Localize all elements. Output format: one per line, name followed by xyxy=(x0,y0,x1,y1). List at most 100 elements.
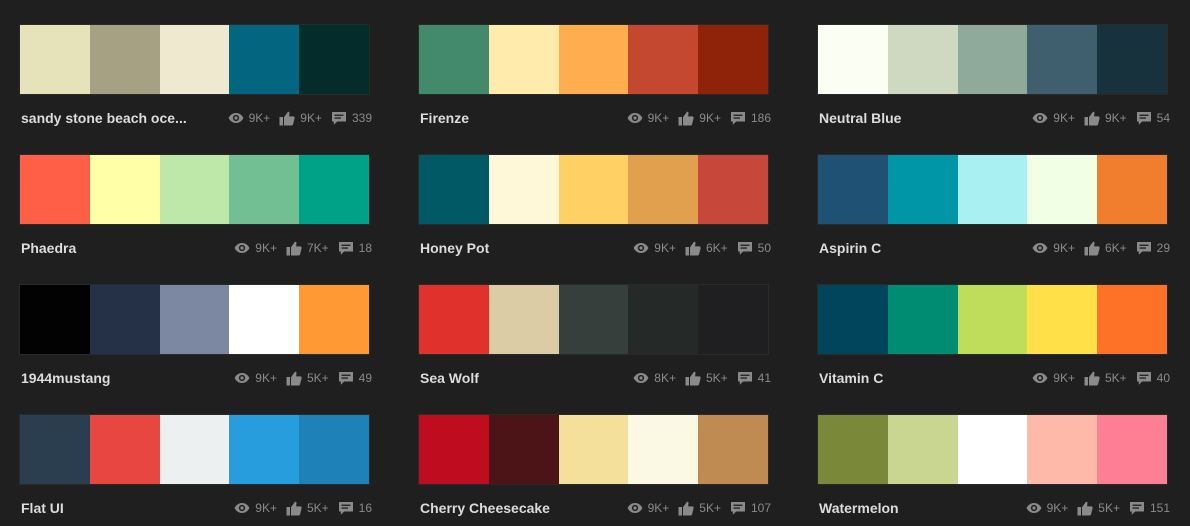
thumbs-up-icon[interactable] xyxy=(279,110,295,126)
color-swatch[interactable] xyxy=(159,415,230,484)
color-swatch[interactable] xyxy=(818,285,888,354)
thumbs-up-icon[interactable] xyxy=(678,110,694,126)
color-swatch[interactable] xyxy=(698,285,768,354)
appreciations-stat[interactable]: 5K+ xyxy=(286,500,329,516)
color-swatch[interactable] xyxy=(628,25,699,94)
color-swatch[interactable] xyxy=(957,25,1028,94)
color-swatch[interactable] xyxy=(89,285,160,354)
thumbs-up-icon[interactable] xyxy=(286,500,302,516)
color-swatch[interactable] xyxy=(818,155,888,224)
theme-name[interactable]: sandy stone beach oce... xyxy=(19,110,228,126)
color-swatch[interactable] xyxy=(488,285,559,354)
theme-name[interactable]: Cherry Cheesecake xyxy=(418,500,627,516)
color-swatch[interactable] xyxy=(1097,25,1167,94)
appreciations-stat[interactable]: 5K+ xyxy=(678,500,721,516)
color-swatch[interactable] xyxy=(419,155,489,224)
color-swatch[interactable] xyxy=(887,25,958,94)
thumbs-up-icon[interactable] xyxy=(286,240,302,256)
thumbs-up-icon[interactable] xyxy=(1077,500,1093,516)
comments-stat[interactable]: 186 xyxy=(730,110,771,126)
color-swatch[interactable] xyxy=(1097,155,1167,224)
comment-bubble-icon[interactable] xyxy=(338,240,354,256)
color-swatch[interactable] xyxy=(159,25,230,94)
color-swatch[interactable] xyxy=(818,25,888,94)
color-swatch[interactable] xyxy=(818,415,888,484)
appreciations-stat[interactable]: 9K+ xyxy=(678,110,721,126)
comment-bubble-icon[interactable] xyxy=(1136,240,1152,256)
color-swatch[interactable] xyxy=(1027,415,1098,484)
thumbs-up-icon[interactable] xyxy=(1084,110,1100,126)
thumbs-up-icon[interactable] xyxy=(1084,370,1100,386)
comment-bubble-icon[interactable] xyxy=(1136,110,1152,126)
theme-name[interactable]: Sea Wolf xyxy=(418,370,633,386)
color-swatch[interactable] xyxy=(159,285,230,354)
theme-palette[interactable] xyxy=(817,154,1168,225)
comments-stat[interactable]: 50 xyxy=(737,240,771,256)
color-swatch[interactable] xyxy=(20,285,90,354)
color-swatch[interactable] xyxy=(229,155,300,224)
color-swatch[interactable] xyxy=(957,285,1028,354)
theme-name[interactable]: Neutral Blue xyxy=(817,110,1032,126)
color-swatch[interactable] xyxy=(957,415,1028,484)
comments-stat[interactable]: 107 xyxy=(730,500,771,516)
color-swatch[interactable] xyxy=(89,25,160,94)
comments-stat[interactable]: 40 xyxy=(1136,370,1170,386)
comments-stat[interactable]: 41 xyxy=(737,370,771,386)
theme-name[interactable]: Firenze xyxy=(418,110,627,126)
comments-stat[interactable]: 54 xyxy=(1136,110,1170,126)
color-swatch[interactable] xyxy=(558,25,629,94)
comments-stat[interactable]: 49 xyxy=(338,370,372,386)
comments-stat[interactable]: 151 xyxy=(1129,500,1170,516)
color-swatch[interactable] xyxy=(1027,25,1098,94)
theme-name[interactable]: Vitamin C xyxy=(817,370,1032,386)
color-swatch[interactable] xyxy=(558,285,629,354)
thumbs-up-icon[interactable] xyxy=(286,370,302,386)
color-swatch[interactable] xyxy=(887,285,958,354)
theme-palette[interactable] xyxy=(418,414,769,485)
thumbs-up-icon[interactable] xyxy=(685,370,701,386)
theme-palette[interactable] xyxy=(19,284,370,355)
comment-bubble-icon[interactable] xyxy=(737,240,753,256)
color-swatch[interactable] xyxy=(1097,285,1167,354)
comment-bubble-icon[interactable] xyxy=(1136,370,1152,386)
color-swatch[interactable] xyxy=(628,155,699,224)
color-swatch[interactable] xyxy=(299,25,369,94)
color-swatch[interactable] xyxy=(229,285,300,354)
color-swatch[interactable] xyxy=(299,285,369,354)
color-swatch[interactable] xyxy=(488,25,559,94)
color-swatch[interactable] xyxy=(1027,285,1098,354)
color-swatch[interactable] xyxy=(419,285,489,354)
thumbs-up-icon[interactable] xyxy=(678,500,694,516)
appreciations-stat[interactable]: 9K+ xyxy=(1084,110,1127,126)
theme-name[interactable]: Watermelon xyxy=(817,500,1026,516)
theme-palette[interactable] xyxy=(817,414,1168,485)
appreciations-stat[interactable]: 5K+ xyxy=(1084,370,1127,386)
theme-palette[interactable] xyxy=(418,24,769,95)
theme-palette[interactable] xyxy=(418,284,769,355)
appreciations-stat[interactable]: 5K+ xyxy=(685,370,728,386)
appreciations-stat[interactable]: 6K+ xyxy=(1084,240,1127,256)
color-swatch[interactable] xyxy=(20,155,90,224)
theme-palette[interactable] xyxy=(418,154,769,225)
appreciations-stat[interactable]: 9K+ xyxy=(279,110,322,126)
color-swatch[interactable] xyxy=(229,25,300,94)
color-swatch[interactable] xyxy=(229,415,300,484)
color-swatch[interactable] xyxy=(89,155,160,224)
theme-palette[interactable] xyxy=(817,24,1168,95)
comment-bubble-icon[interactable] xyxy=(730,110,746,126)
comments-stat[interactable]: 29 xyxy=(1136,240,1170,256)
theme-palette[interactable] xyxy=(19,154,370,225)
comments-stat[interactable]: 339 xyxy=(331,110,372,126)
comments-stat[interactable]: 18 xyxy=(338,240,372,256)
color-swatch[interactable] xyxy=(89,415,160,484)
color-swatch[interactable] xyxy=(698,415,768,484)
theme-name[interactable]: Honey Pot xyxy=(418,240,633,256)
comment-bubble-icon[interactable] xyxy=(1129,500,1145,516)
color-swatch[interactable] xyxy=(887,155,958,224)
comment-bubble-icon[interactable] xyxy=(338,500,354,516)
theme-name[interactable]: Phaedra xyxy=(19,240,234,256)
color-swatch[interactable] xyxy=(419,25,489,94)
comment-bubble-icon[interactable] xyxy=(331,110,347,126)
theme-name[interactable]: Flat UI xyxy=(19,500,234,516)
color-swatch[interactable] xyxy=(20,25,90,94)
